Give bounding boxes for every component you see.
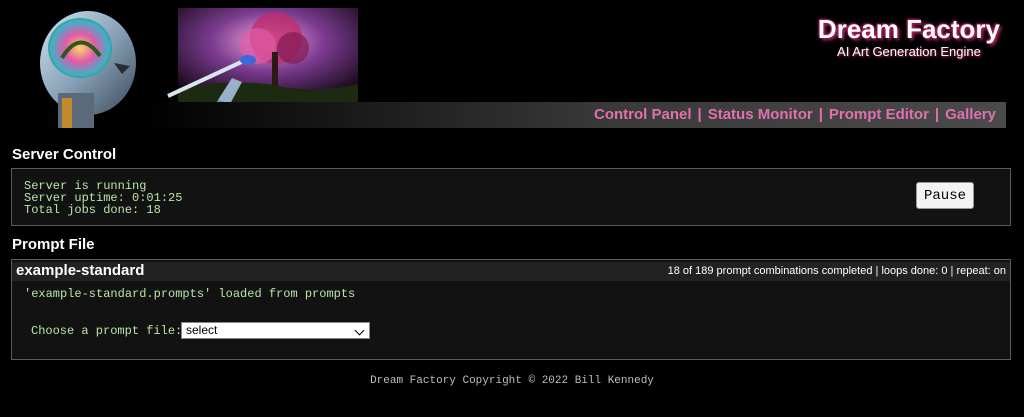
prompt-file-select-value: select [186, 323, 218, 337]
prompt-loaded-message: 'example-standard.prompts' loaded from p… [24, 287, 356, 301]
prompt-file-heading: Prompt File [12, 236, 95, 253]
choose-prompt-label: Choose a prompt file: [31, 324, 183, 338]
footer-copyright: Dream Factory Copyright © 2022 Bill Kenn… [370, 375, 654, 387]
prompt-progress-status: 18 of 189 prompt combinations completed … [667, 265, 1006, 277]
nav-links: Control Panel | Status Monitor | Prompt Edit… [594, 106, 996, 124]
nav-control-panel[interactable]: Control Panel [594, 106, 692, 123]
server-control-panel: Server is running Server uptime: 0:01:25… [11, 168, 1011, 226]
nav-bar: Control Panel | Status Monitor | Prompt Edit… [140, 102, 1006, 128]
nav-gallery[interactable]: Gallery [945, 106, 996, 123]
brand-subtitle: AI Art Generation Engine [837, 44, 981, 59]
prompt-file-header-bar: example-standard 18 of 189 prompt combin… [12, 262, 1010, 281]
chevron-down-icon [354, 325, 365, 336]
nav-prompt-editor[interactable]: Prompt Editor [829, 106, 929, 123]
prompt-file-name: example-standard [16, 262, 145, 279]
nav-separator: | [818, 106, 823, 123]
brand: Dream Factory AI Art Generation Engine [818, 14, 1000, 60]
server-jobs-line: Total jobs done: 18 [24, 203, 161, 217]
prompt-file-select[interactable]: select [181, 322, 370, 339]
server-control-heading: Server Control [12, 146, 117, 163]
brand-title: Dream Factory [817, 14, 1000, 44]
nav-separator: | [697, 106, 702, 123]
page-header: Dream Factory AI Art Generation Engine C… [0, 0, 1024, 130]
nav-separator: | [934, 106, 940, 123]
nav-status-monitor[interactable]: Status Monitor [708, 106, 813, 123]
server-status-text: Server is running Server uptime: 0:01:25… [24, 180, 182, 216]
pause-button[interactable]: Pause [916, 182, 974, 209]
